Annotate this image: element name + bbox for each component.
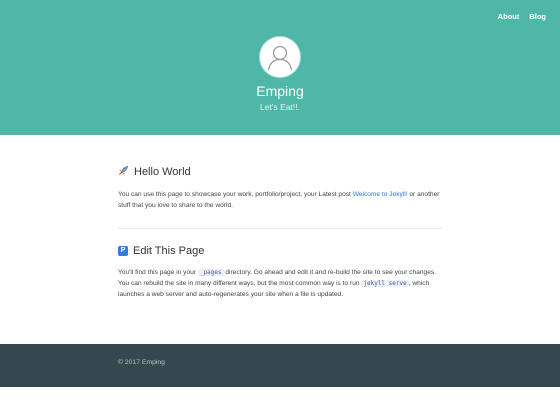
avatar bbox=[260, 37, 300, 77]
post-link-welcome[interactable]: Welcome to Jekyll! bbox=[353, 191, 408, 198]
post-edit-this-page: P Edit This Page You'll find this page i… bbox=[118, 245, 442, 300]
nav-link-blog[interactable]: Blog bbox=[529, 12, 546, 21]
post-body: You'll find this page in your _pages dir… bbox=[118, 267, 442, 300]
post-title: Hello World bbox=[118, 165, 442, 179]
main-content: Hello World You can use this page to sho… bbox=[118, 165, 442, 300]
post-hello-world: Hello World You can use this page to sho… bbox=[118, 165, 442, 211]
post-title-text: Hello World bbox=[134, 166, 191, 178]
code-jekyll-serve: jekyll serve bbox=[361, 280, 409, 287]
site-footer: © 2017 Emping bbox=[0, 344, 560, 387]
code-pages-dir: _pages bbox=[197, 269, 224, 276]
top-nav: About Blog bbox=[498, 12, 546, 21]
user-silhouette-icon bbox=[261, 38, 299, 76]
post-text: You can use this page to showcase your w… bbox=[118, 191, 353, 198]
rocket-icon bbox=[118, 165, 129, 179]
post-title-text: Edit This Page bbox=[133, 245, 205, 257]
post-title: P Edit This Page bbox=[118, 245, 442, 257]
post-body: You can use this page to showcase your w… bbox=[118, 189, 442, 211]
copyright-text: © 2017 Emping bbox=[118, 359, 165, 366]
nav-link-about[interactable]: About bbox=[498, 12, 520, 21]
divider bbox=[118, 228, 442, 229]
p-icon: P bbox=[118, 246, 128, 256]
site-header: About Blog Emping Let's Eat!!. bbox=[0, 0, 560, 135]
site-tagline: Let's Eat!!. bbox=[260, 102, 300, 112]
site-title: Emping bbox=[256, 83, 304, 99]
post-text: You'll find this page in your bbox=[118, 269, 198, 276]
